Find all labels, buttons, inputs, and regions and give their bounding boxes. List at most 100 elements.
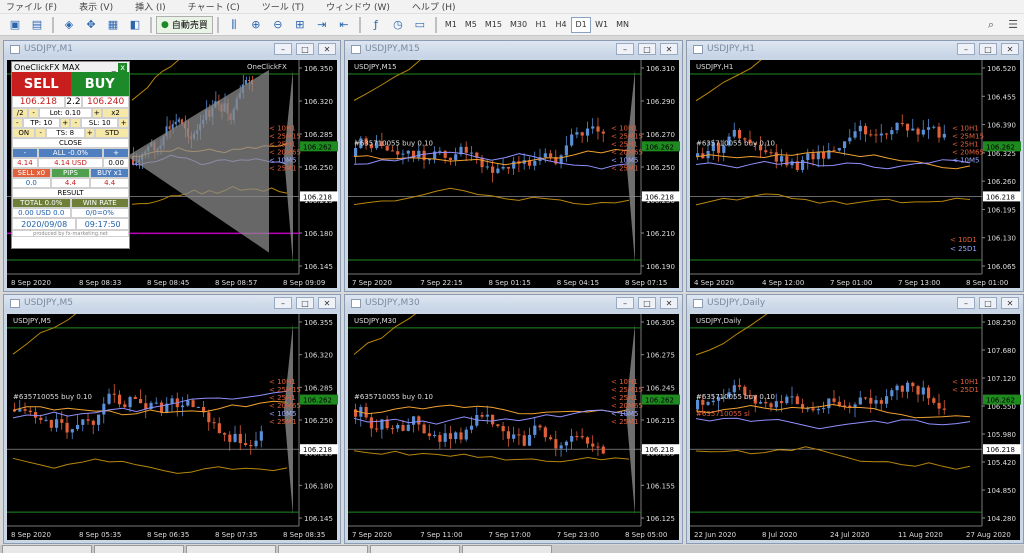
chart-tab[interactable] — [2, 545, 92, 553]
new-chart-icon[interactable]: ▣ — [6, 16, 24, 34]
tile-windows-icon[interactable]: ⊞ — [291, 16, 309, 34]
sl-minus-button[interactable]: - — [70, 118, 81, 128]
window-titlebar[interactable]: USDJPY,H1 – □ ✕ — [687, 41, 1023, 57]
timeframe-w1[interactable]: W1 — [591, 17, 612, 33]
menu-item[interactable]: 挿入 (I) — [135, 0, 166, 13]
timeframe-h1[interactable]: H1 — [531, 17, 551, 33]
tp-field[interactable]: TP: 10 — [22, 118, 60, 128]
ts-plus-button[interactable]: + — [84, 128, 96, 138]
price-chart[interactable]: 106.520 106.455 106.390 106.325 106.260 106.1… — [690, 60, 1021, 288]
minimize-button[interactable]: _ — [112, 63, 116, 72]
minimize-icon[interactable]: – — [616, 43, 634, 55]
templates-icon[interactable]: ▭ — [411, 16, 429, 34]
close-all-button[interactable]: CLOSE — [12, 138, 129, 148]
window-titlebar[interactable]: USDJPY,M5 – □ ✕ — [4, 295, 340, 311]
menu-item[interactable]: ファイル (F) — [6, 0, 57, 13]
close-icon[interactable]: ✕ — [1001, 297, 1019, 309]
close-icon[interactable]: ✕ — [318, 43, 336, 55]
timeframe-m30[interactable]: M30 — [506, 17, 531, 33]
sell-count-button[interactable]: SELL x0 — [12, 168, 51, 178]
chart-shift-icon[interactable]: ⇤ — [335, 16, 353, 34]
price-chart[interactable]: 108.250 107.680 107.120 106.550 105.980 105.4… — [690, 314, 1021, 540]
menu-icon[interactable]: ☰ — [1004, 16, 1022, 34]
lot-field[interactable]: Lot: 0.10 — [38, 108, 92, 118]
window-titlebar[interactable]: USDJPY,M1 – □ ✕ — [4, 41, 340, 57]
tp-plus-button[interactable]: + — [59, 118, 71, 128]
minimize-icon[interactable]: – — [274, 297, 292, 309]
market-watch-icon[interactable]: ◈ — [60, 16, 78, 34]
menu-item[interactable]: ヘルプ (H) — [412, 0, 456, 13]
chart-tab[interactable] — [462, 545, 552, 553]
chart-tab[interactable] — [186, 545, 276, 553]
close-icon[interactable]: ✕ — [1001, 43, 1019, 55]
minimize-icon[interactable]: – — [957, 43, 975, 55]
menu-item[interactable]: チャート (C) — [188, 0, 240, 13]
chart-tab[interactable] — [278, 545, 368, 553]
zoom-in-icon[interactable]: ⊕ — [247, 16, 265, 34]
window-titlebar[interactable]: USDJPY,M15 – □ ✕ — [345, 41, 682, 57]
close-panel-button[interactable]: x — [118, 62, 127, 72]
maximize-icon[interactable]: □ — [296, 297, 314, 309]
zoom-out-icon[interactable]: ⊖ — [269, 16, 287, 34]
minimize-icon[interactable]: – — [957, 297, 975, 309]
maximize-icon[interactable]: □ — [979, 297, 997, 309]
chart-window[interactable]: USDJPY,H1 – □ ✕ 106.520 106.455 106.390 106.3… — [686, 40, 1024, 292]
autotrade-button[interactable]: ● 自動売買 — [156, 15, 213, 34]
buy-button[interactable]: BUY — [70, 72, 129, 96]
timeframe-d1[interactable]: D1 — [571, 16, 592, 33]
lot-half-button[interactable]: /2 — [12, 108, 29, 118]
menu-item[interactable]: ツール (T) — [262, 0, 304, 13]
menu-item[interactable]: ウィンドウ (W) — [326, 0, 390, 13]
tester-icon[interactable]: ◧ — [126, 16, 144, 34]
maximize-icon[interactable]: □ — [638, 297, 656, 309]
indicators-icon[interactable]: ƒ — [367, 16, 385, 34]
ma-label: < 25H1 — [611, 394, 638, 402]
chart-window[interactable]: USDJPY,M5 – □ ✕ 106.355 106.320 106.285 106.2… — [3, 294, 341, 544]
sl-field[interactable]: SL: 10 — [80, 118, 119, 128]
maximize-icon[interactable]: □ — [296, 43, 314, 55]
all-minus-button[interactable]: - — [12, 148, 38, 158]
menu-item[interactable]: 表示 (V) — [79, 0, 113, 13]
ts-field[interactable]: TS: 8 — [45, 128, 85, 138]
navigator-icon[interactable]: ✥ — [82, 16, 100, 34]
chart-window[interactable]: USDJPY,M30 – □ ✕ 106.305 106.275 106.245 106.… — [344, 294, 683, 544]
trailing-on-button[interactable]: ON — [12, 128, 36, 138]
chart-tab[interactable] — [94, 545, 184, 553]
ts-minus-button[interactable]: - — [35, 128, 46, 138]
timeframe-m5[interactable]: M5 — [461, 17, 481, 33]
window-titlebar[interactable]: USDJPY,M30 – □ ✕ — [345, 295, 682, 311]
minimize-icon[interactable]: – — [274, 43, 292, 55]
close-icon[interactable]: ✕ — [660, 43, 678, 55]
timeframe-m15[interactable]: M15 — [481, 17, 506, 33]
timeframe-h4[interactable]: H4 — [551, 17, 571, 33]
close-icon[interactable]: ✕ — [318, 297, 336, 309]
tp-minus-button[interactable]: - — [12, 118, 23, 128]
std-button[interactable]: STD — [95, 128, 129, 138]
terminal-icon[interactable]: ▦ — [104, 16, 122, 34]
window-titlebar[interactable]: USDJPY,Daily – □ ✕ — [687, 295, 1023, 311]
bar-chart-icon[interactable]: ⫼ — [225, 16, 243, 34]
price-chart[interactable]: 106.310106.290106.270106.250106.230106.2… — [348, 60, 680, 288]
lot-double-button[interactable]: x2 — [102, 108, 129, 118]
timeframe-mn[interactable]: MN — [612, 17, 633, 33]
all-plus-button[interactable]: + — [103, 148, 129, 158]
sell-button[interactable]: SELL — [12, 72, 71, 96]
auto-scroll-icon[interactable]: ⇥ — [313, 16, 331, 34]
price-chart[interactable]: 106.355106.320106.285106.250106.215106.1… — [7, 314, 338, 540]
chart-window[interactable]: USDJPY,Daily – □ ✕ 108.250 107.680 107.120 10… — [686, 294, 1024, 544]
buy-count-button[interactable]: BUY x1 — [90, 168, 129, 178]
maximize-icon[interactable]: □ — [979, 43, 997, 55]
chart-window[interactable]: USDJPY,M15 – □ ✕ 106.310 106.290 106.270 106.… — [344, 40, 683, 292]
chart-tab[interactable] — [370, 545, 460, 553]
lot-plus-button[interactable]: + — [91, 108, 103, 118]
periods-icon[interactable]: ◷ — [389, 16, 407, 34]
minimize-icon[interactable]: – — [616, 297, 634, 309]
maximize-icon[interactable]: □ — [638, 43, 656, 55]
sl-plus-button[interactable]: + — [118, 118, 129, 128]
timeframe-m1[interactable]: M1 — [441, 17, 461, 33]
profiles-icon[interactable]: ▤ — [28, 16, 46, 34]
close-icon[interactable]: ✕ — [660, 297, 678, 309]
lot-minus-button[interactable]: - — [28, 108, 39, 118]
search-icon[interactable]: ⌕ — [982, 16, 1000, 34]
price-chart[interactable]: 106.305106.275106.245106.215106.185106.1… — [348, 314, 680, 540]
